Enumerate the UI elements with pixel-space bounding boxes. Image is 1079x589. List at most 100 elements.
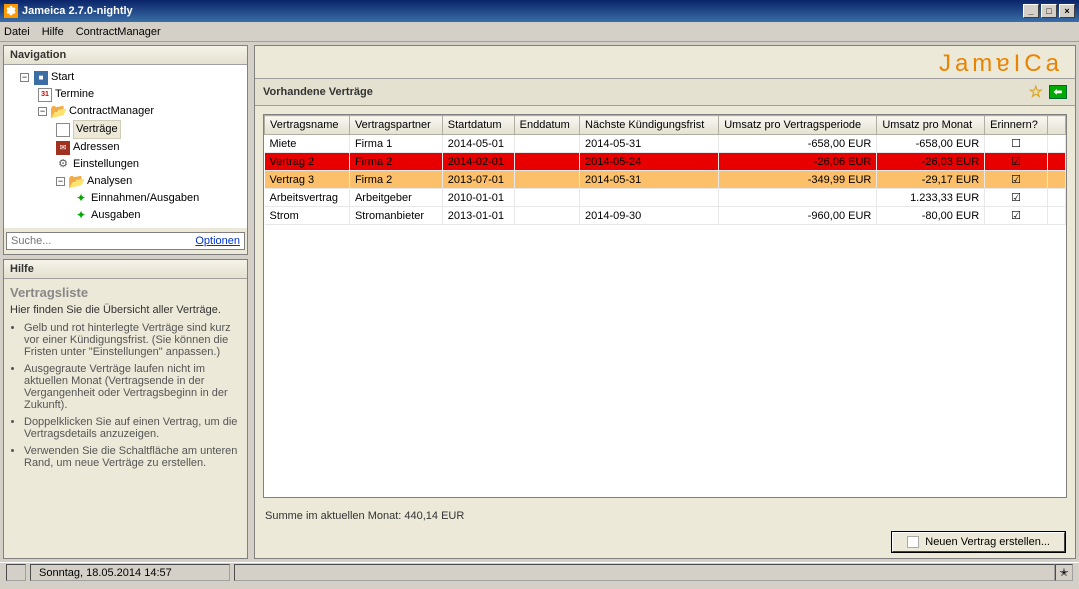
help-point: Doppelklicken Sie auf einen Vertrag, um …	[24, 416, 241, 440]
cell-um: -658,00 EUR	[877, 135, 985, 153]
help-point: Gelb und rot hinterlegte Verträge sind k…	[24, 322, 241, 358]
col-up[interactable]: Umsatz pro Vertragsperiode	[719, 116, 877, 135]
table-row[interactable]: Vertrag 3Firma 22013-07-01 2014-05-31-349…	[265, 171, 1066, 189]
statusbar: Sonntag, 18.05.2014 14:57 ✭	[0, 562, 1079, 582]
twisty-icon[interactable]: −	[38, 107, 47, 116]
cell-start: 2010-01-01	[442, 189, 514, 207]
col-kfrist[interactable]: Nächste Kündigungsfrist	[580, 116, 719, 135]
cell-up: -26,06 EUR	[719, 153, 877, 171]
help-panel-title: Hilfe	[4, 260, 247, 279]
menubar: Datei Hilfe ContractManager	[0, 22, 1079, 42]
col-scroll	[1048, 116, 1066, 135]
section-title: Vorhandene Verträge	[263, 86, 373, 98]
col-name[interactable]: Vertragsname	[265, 116, 350, 135]
tree-start[interactable]: −■Start	[8, 69, 243, 86]
addressbook-icon: ✉	[56, 141, 70, 155]
cell-name: Miete	[265, 135, 350, 153]
cell-name: Strom	[265, 207, 350, 225]
folder-icon: 📂	[70, 175, 84, 189]
help-point: Verwenden Sie die Schaltfläche am untere…	[24, 445, 241, 469]
cell-kfrist: 2014-09-30	[580, 207, 719, 225]
cell-end	[514, 189, 579, 207]
sidebar: Navigation −■Start 31Termine −📂ContractM…	[0, 42, 251, 562]
col-remind[interactable]: Erinnern?	[985, 116, 1048, 135]
help-points: Gelb und rot hinterlegte Verträge sind k…	[24, 322, 241, 469]
cell-up	[719, 189, 877, 207]
twisty-icon[interactable]: −	[56, 177, 65, 186]
col-end[interactable]: Enddatum	[514, 116, 579, 135]
cell-name: Arbeitsvertrag	[265, 189, 350, 207]
search-input[interactable]	[7, 233, 191, 249]
new-icon	[907, 536, 919, 548]
contracts-table: Vertragsname Vertragspartner Startdatum …	[264, 115, 1066, 225]
cell-start: 2013-07-01	[442, 171, 514, 189]
status-datetime: Sonntag, 18.05.2014 14:57	[30, 564, 230, 581]
folder-icon: 📂	[52, 105, 66, 119]
tree-contractmanager[interactable]: −📂ContractManager	[8, 103, 243, 120]
table-row[interactable]: MieteFirma 12014-05-012014-05-31-658,00 …	[265, 135, 1066, 153]
cell-end	[514, 135, 579, 153]
search-row: Optionen	[6, 232, 245, 250]
cell-kfrist: 2014-05-24	[580, 153, 719, 171]
cell-start: 2014-02-01	[442, 153, 514, 171]
gear-icon: ⚙	[56, 158, 70, 172]
tree-termine[interactable]: 31Termine	[8, 86, 243, 103]
window-title: Jameica 2.7.0-nightly	[22, 5, 133, 17]
page-icon	[56, 123, 70, 137]
menu-contractmanager[interactable]: ContractManager	[76, 26, 161, 38]
close-button[interactable]: ×	[1059, 4, 1075, 18]
cell-rem: ☐	[985, 135, 1048, 153]
menu-hilfe[interactable]: Hilfe	[42, 26, 64, 38]
minimize-button[interactable]: _	[1023, 4, 1039, 18]
back-button[interactable]: ⬅	[1049, 85, 1067, 99]
cell-kfrist: 2014-05-31	[580, 171, 719, 189]
cell-partner: Arbeitgeber	[349, 189, 442, 207]
cell-partner: Firma 1	[349, 135, 442, 153]
cell-start: 2013-01-01	[442, 207, 514, 225]
cell-partner: Firma 2	[349, 153, 442, 171]
cell-um: -29,17 EUR	[877, 171, 985, 189]
cell-partner: Firma 2	[349, 171, 442, 189]
contracts-table-wrap: Vertragsname Vertragspartner Startdatum …	[263, 114, 1067, 498]
col-start[interactable]: Startdatum	[442, 116, 514, 135]
col-um[interactable]: Umsatz pro Monat	[877, 116, 985, 135]
cell-name: Vertrag 3	[265, 171, 350, 189]
new-contract-button[interactable]: Neuen Vertrag erstellen...	[892, 532, 1065, 552]
section-header: Vorhandene Verträge ☆ ⬅	[255, 78, 1075, 106]
table-row[interactable]: Vertrag 2Firma 22014-02-012014-05-24-26,…	[265, 153, 1066, 171]
help-section: Vertragsliste	[10, 285, 241, 300]
cell-up: -349,99 EUR	[719, 171, 877, 189]
tree-analysen[interactable]: −📂Analysen	[8, 173, 243, 190]
cell-rem: ☑	[985, 189, 1048, 207]
cell-kfrist: 2014-05-31	[580, 135, 719, 153]
tree-einaus[interactable]: ✦Einnahmen/Ausgaben	[8, 190, 243, 207]
calendar-icon: 31	[38, 88, 52, 102]
maximize-button[interactable]: □	[1041, 4, 1057, 18]
cell-um: -80,00 EUR	[877, 207, 985, 225]
chart-icon: ✦	[74, 192, 88, 206]
twisty-icon[interactable]: −	[20, 73, 29, 82]
cell-partner: Stromanbieter	[349, 207, 442, 225]
status-expand-icon[interactable]: ✭	[1055, 564, 1073, 581]
nav-panel: Navigation −■Start 31Termine −📂ContractM…	[3, 45, 248, 255]
cell-up: -960,00 EUR	[719, 207, 877, 225]
cell-end	[514, 207, 579, 225]
status-icon-cell	[6, 564, 26, 581]
brand-logo: JamɐICa	[255, 46, 1075, 78]
menu-datei[interactable]: Datei	[4, 26, 30, 38]
app-icon: ✽	[4, 4, 18, 18]
table-row[interactable]: ArbeitsvertragArbeitgeber2010-01-011.233…	[265, 189, 1066, 207]
nav-title: Navigation	[4, 46, 247, 65]
start-icon: ■	[34, 71, 48, 85]
cell-kfrist	[580, 189, 719, 207]
tree-einstellungen[interactable]: ⚙Einstellungen	[8, 156, 243, 173]
tree-adressen[interactable]: ✉Adressen	[8, 139, 243, 156]
col-partner[interactable]: Vertragspartner	[349, 116, 442, 135]
main-area: JamɐICa Vorhandene Verträge ☆ ⬅ Vertrags…	[251, 42, 1079, 562]
favorite-icon[interactable]: ☆	[1029, 82, 1043, 102]
cell-up: -658,00 EUR	[719, 135, 877, 153]
search-options-link[interactable]: Optionen	[191, 235, 244, 247]
tree-ausgaben[interactable]: ✦Ausgaben	[8, 207, 243, 224]
table-row[interactable]: StromStromanbieter2013-01-01 2014-09-30-9…	[265, 207, 1066, 225]
tree-vertraege[interactable]: Verträge	[8, 120, 243, 139]
